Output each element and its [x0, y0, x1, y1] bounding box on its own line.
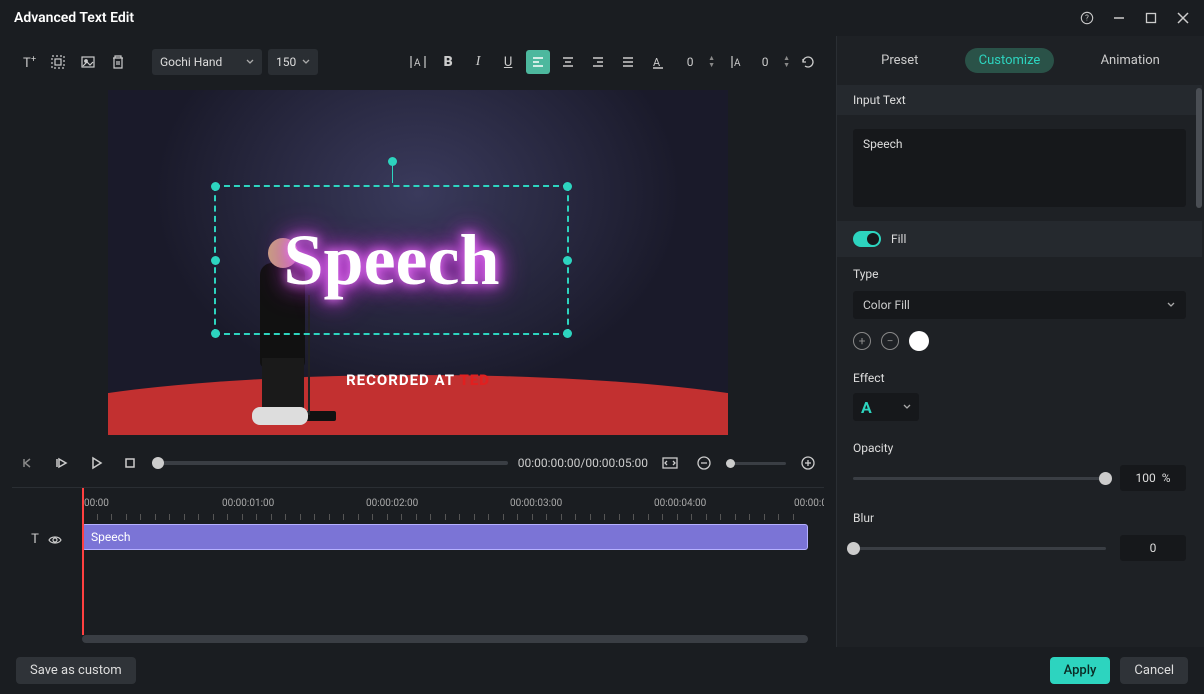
tab-animation[interactable]: Animation	[1087, 48, 1174, 73]
char-spacing-icon[interactable]: A	[406, 50, 430, 74]
svg-text:A: A	[414, 58, 421, 69]
fill-toggle[interactable]	[853, 231, 881, 247]
zoom-out-icon[interactable]	[692, 451, 716, 475]
blur-slider[interactable]	[853, 547, 1106, 550]
spacing-input-2[interactable]: 0▲▼	[751, 55, 790, 69]
maximize-icon[interactable]	[1144, 11, 1158, 25]
italic-icon[interactable]: I	[466, 50, 490, 74]
tab-preset[interactable]: Preset	[867, 48, 932, 73]
align-right-icon[interactable]	[586, 50, 610, 74]
color-swatch[interactable]	[909, 331, 929, 351]
fill-label: Fill	[891, 232, 906, 246]
refresh-icon[interactable]	[796, 50, 820, 74]
window-title: Advanced Text Edit	[14, 10, 134, 26]
track-text-icon[interactable]: T	[31, 532, 39, 548]
remove-color-icon[interactable]: −	[881, 332, 899, 350]
resize-handle[interactable]	[211, 329, 220, 338]
play-loop-icon[interactable]	[50, 451, 74, 475]
cancel-button[interactable]: Cancel	[1120, 657, 1188, 684]
delete-icon[interactable]	[106, 50, 130, 74]
underline-icon[interactable]: U	[496, 50, 520, 74]
prev-frame-icon[interactable]	[16, 451, 40, 475]
text-bounding-box[interactable]: Speech	[214, 185, 569, 335]
zoom-slider[interactable]	[726, 462, 786, 465]
rotate-handle[interactable]	[388, 157, 397, 166]
resize-handle[interactable]	[563, 329, 572, 338]
overlay-text[interactable]: Speech	[284, 219, 500, 302]
track-visibility-icon[interactable]	[47, 532, 63, 548]
resize-handle[interactable]	[211, 256, 220, 265]
timecode: 00:00:00:00/00:00:05:00	[518, 456, 648, 470]
timeline-ruler[interactable]: 00:00 00:00:01:00 00:00:02:00 00:00:03:0…	[82, 488, 824, 522]
resize-handle[interactable]	[211, 182, 220, 191]
spacing-input-1[interactable]: 0▲▼	[676, 55, 715, 69]
timeline-scrollbar[interactable]	[82, 635, 808, 643]
input-text-field[interactable]: Speech	[853, 129, 1186, 207]
tab-customize[interactable]: Customize	[965, 48, 1055, 73]
timeline-clip[interactable]: Speech	[82, 524, 808, 550]
panel-scrollbar[interactable]	[1196, 88, 1202, 208]
line-height-icon[interactable]: A	[721, 50, 745, 74]
opacity-value[interactable]: 100%	[1120, 465, 1186, 491]
zoom-in-icon[interactable]	[796, 451, 820, 475]
opacity-label: Opacity	[853, 441, 1186, 455]
select-icon[interactable]	[46, 50, 70, 74]
watermark: RECORDED AT TED	[108, 371, 728, 389]
save-as-custom-button[interactable]: Save as custom	[16, 657, 136, 684]
add-color-icon[interactable]: +	[853, 332, 871, 350]
text-color-icon[interactable]: A	[646, 50, 670, 74]
input-text-label: Input Text	[837, 85, 1202, 115]
playhead[interactable]	[82, 488, 84, 635]
seek-slider[interactable]	[152, 461, 508, 465]
align-center-icon[interactable]	[556, 50, 580, 74]
image-icon[interactable]	[76, 50, 100, 74]
resize-handle[interactable]	[563, 256, 572, 265]
align-justify-icon[interactable]	[616, 50, 640, 74]
preview-canvas[interactable]: RECORDED AT TED Speech	[12, 82, 824, 443]
fit-icon[interactable]	[658, 451, 682, 475]
align-left-icon[interactable]	[526, 50, 550, 74]
apply-button[interactable]: Apply	[1050, 657, 1111, 684]
play-icon[interactable]	[84, 451, 108, 475]
help-icon[interactable]: ?	[1080, 11, 1094, 25]
blur-value[interactable]: 0	[1120, 535, 1186, 561]
text-toolbar: T+ Gochi Hand 150 A B I U A 0▲▼ A 0▲▼	[12, 42, 824, 82]
close-icon[interactable]	[1176, 11, 1190, 25]
fill-type-dropdown[interactable]: Color Fill	[853, 291, 1186, 319]
font-size-dropdown[interactable]: 150	[268, 49, 318, 75]
effect-label: Effect	[853, 371, 1186, 385]
stop-icon[interactable]	[118, 451, 142, 475]
svg-text:T: T	[23, 56, 31, 71]
type-label: Type	[853, 267, 1186, 281]
effect-dropdown[interactable]: A	[853, 393, 919, 421]
font-dropdown[interactable]: Gochi Hand	[152, 49, 262, 75]
minimize-icon[interactable]	[1112, 11, 1126, 25]
svg-text:+: +	[31, 55, 36, 65]
blur-label: Blur	[853, 511, 1186, 525]
timeline[interactable]: 00:00 00:00:01:00 00:00:02:00 00:00:03:0…	[82, 488, 824, 647]
resize-handle[interactable]	[563, 182, 572, 191]
bold-icon[interactable]: B	[436, 50, 460, 74]
svg-text:A: A	[734, 58, 741, 69]
opacity-slider[interactable]	[853, 477, 1106, 480]
add-text-icon[interactable]: T+	[16, 50, 40, 74]
svg-text:A: A	[653, 56, 661, 69]
svg-text:?: ?	[1085, 14, 1089, 23]
